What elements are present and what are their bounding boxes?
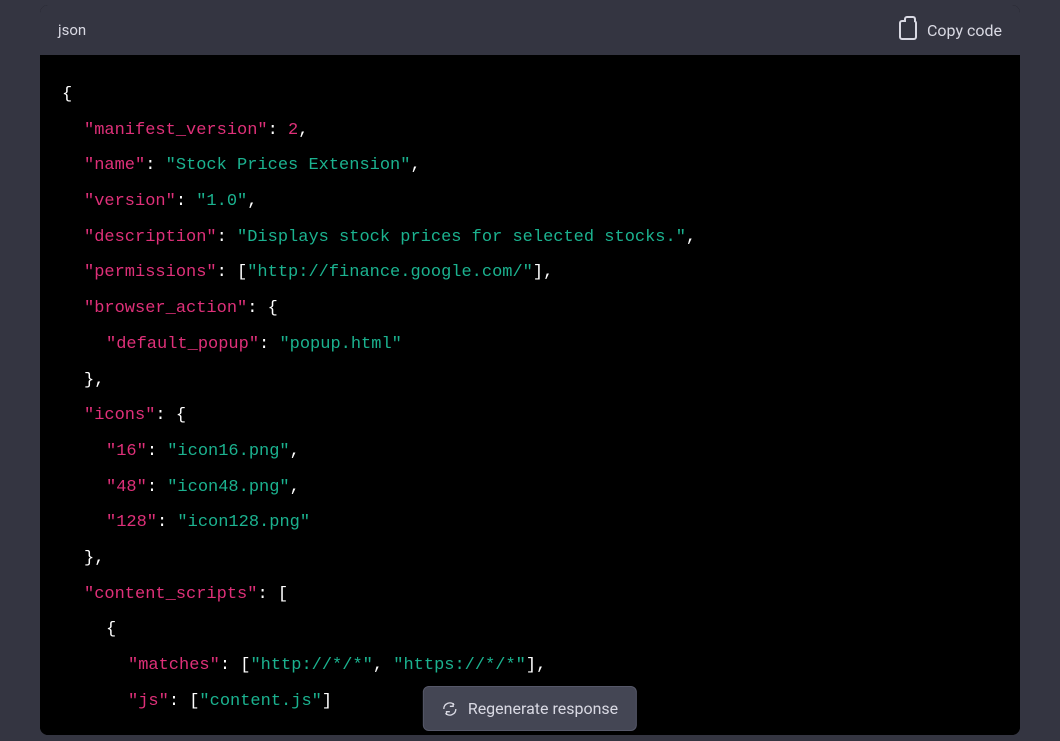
copy-code-label: Copy code: [927, 21, 1002, 40]
code-content: { "manifest_version": 2, "name": "Stock …: [40, 55, 1020, 735]
code-block: json Copy code { "manifest_version": 2, …: [40, 5, 1020, 735]
refresh-icon: [442, 701, 458, 717]
clipboard-icon: [899, 20, 917, 40]
copy-code-button[interactable]: Copy code: [899, 20, 1002, 40]
language-label: json: [58, 21, 86, 39]
regenerate-response-button[interactable]: Regenerate response: [423, 686, 637, 731]
code-header: json Copy code: [40, 5, 1020, 55]
regenerate-label: Regenerate response: [468, 699, 618, 718]
